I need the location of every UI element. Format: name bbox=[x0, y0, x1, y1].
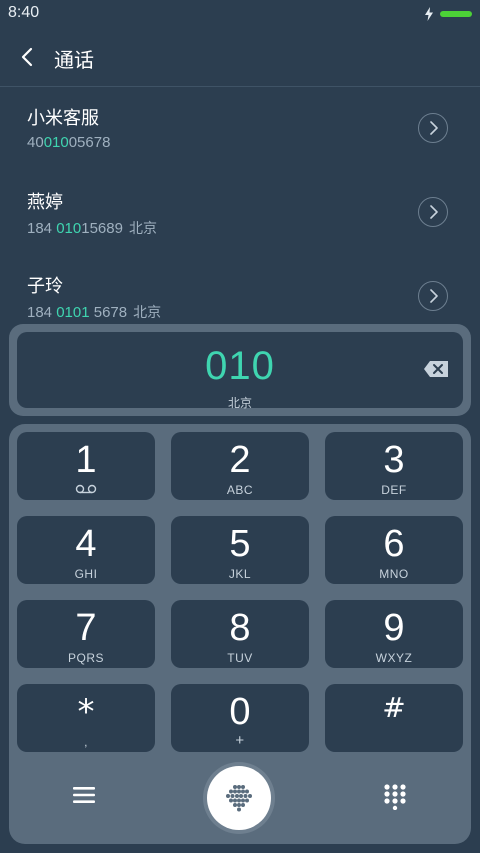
key-letters: ABC bbox=[226, 483, 254, 497]
keypad-toggle-icon[interactable] bbox=[384, 784, 406, 810]
key-2[interactable]: 2 ABC bbox=[171, 432, 309, 500]
chevron-left-icon[interactable] bbox=[18, 46, 36, 68]
call-button[interactable] bbox=[207, 766, 271, 830]
key-hash[interactable]: # bbox=[325, 684, 463, 752]
status-indicators bbox=[424, 7, 472, 21]
backspace-icon[interactable] bbox=[423, 360, 449, 378]
number-suffix: 05678 bbox=[68, 134, 111, 151]
key-letters: DEF bbox=[381, 483, 407, 497]
key-1[interactable]: 1 bbox=[17, 432, 155, 500]
dial-display-inner: 010 北京 bbox=[17, 332, 463, 410]
key-letters: TUV bbox=[227, 651, 253, 665]
dialpad-dots-icon bbox=[226, 785, 252, 812]
contact-detail-button[interactable] bbox=[418, 281, 448, 311]
key-letters: PQRS bbox=[67, 651, 104, 665]
status-time: 8:40 bbox=[8, 4, 40, 21]
key-digit: 8 bbox=[229, 607, 251, 649]
chevron-right-icon bbox=[430, 121, 438, 135]
number-match: 0101 bbox=[56, 304, 90, 321]
header: 通话 bbox=[0, 28, 480, 87]
number-suffix: 5678 bbox=[89, 304, 128, 321]
key-digit: * bbox=[77, 692, 95, 732]
key-8[interactable]: 8 TUV bbox=[171, 600, 309, 668]
number-prefix: 184 bbox=[27, 220, 57, 237]
key-digit: # bbox=[382, 691, 406, 724]
contact-number: 4001005678 bbox=[27, 134, 110, 151]
key-digit: 1 bbox=[75, 439, 97, 481]
key-digit: 2 bbox=[229, 439, 251, 481]
page-title: 通话 bbox=[54, 48, 94, 72]
key-star[interactable]: * , bbox=[17, 684, 155, 752]
dial-display: 010 北京 bbox=[9, 324, 471, 416]
contact-detail-button[interactable] bbox=[418, 113, 448, 143]
key-letters: , bbox=[84, 735, 88, 749]
dialed-number[interactable]: 010 bbox=[17, 344, 463, 389]
contact-number: 184 0101 5678 北京 bbox=[27, 302, 161, 322]
voicemail-icon bbox=[75, 484, 97, 494]
contact-location: 北京 bbox=[128, 221, 157, 237]
contact-location: 北京 bbox=[133, 305, 162, 321]
key-letters: JKL bbox=[228, 567, 252, 581]
chevron-right-icon bbox=[430, 289, 438, 303]
contact-number: 184 01015689 北京 bbox=[27, 218, 157, 238]
key-7[interactable]: 7 PQRS bbox=[17, 600, 155, 668]
contact-detail-button[interactable] bbox=[418, 197, 448, 227]
number-prefix: 184 bbox=[27, 304, 57, 321]
number-match: 010 bbox=[56, 220, 82, 237]
key-letters: GHI bbox=[74, 567, 98, 581]
key-letters: WXYZ bbox=[375, 651, 413, 665]
contact-name: 小米客服 bbox=[27, 108, 99, 129]
key-digit: 5 bbox=[229, 523, 251, 565]
chevron-right-icon bbox=[430, 205, 438, 219]
contact-name: 燕婷 bbox=[27, 192, 63, 213]
status-bar: 8:40 bbox=[0, 0, 480, 28]
key-5[interactable]: 5 JKL bbox=[171, 516, 309, 584]
contact-name: 子玲 bbox=[27, 276, 63, 297]
key-digit: 7 bbox=[75, 607, 97, 649]
key-9[interactable]: 9 WXYZ bbox=[325, 600, 463, 668]
battery-icon bbox=[440, 11, 472, 17]
dialed-location: 北京 bbox=[227, 396, 252, 410]
number-match: 010 bbox=[43, 134, 69, 151]
menu-icon[interactable] bbox=[73, 786, 95, 804]
key-digit: 6 bbox=[383, 523, 405, 565]
key-digit: 0 bbox=[229, 691, 251, 733]
contact-item[interactable]: 小米客服 4001005678 bbox=[0, 86, 480, 170]
bottom-action-bar bbox=[9, 758, 471, 830]
key-letters: + bbox=[235, 732, 245, 749]
key-digit: 3 bbox=[383, 439, 405, 481]
number-prefix: 40 bbox=[27, 134, 44, 151]
number-suffix: 15689 bbox=[81, 220, 123, 237]
contact-item[interactable]: 燕婷 184 01015689 北京 bbox=[0, 170, 480, 254]
key-digit: 9 bbox=[383, 607, 405, 649]
key-letters: MNO bbox=[379, 567, 409, 581]
key-digit: 4 bbox=[75, 523, 97, 565]
key-4[interactable]: 4 GHI bbox=[17, 516, 155, 584]
key-3[interactable]: 3 DEF bbox=[325, 432, 463, 500]
key-0[interactable]: 0 + bbox=[171, 684, 309, 752]
charging-bolt-icon bbox=[425, 7, 433, 21]
key-6[interactable]: 6 MNO bbox=[325, 516, 463, 584]
